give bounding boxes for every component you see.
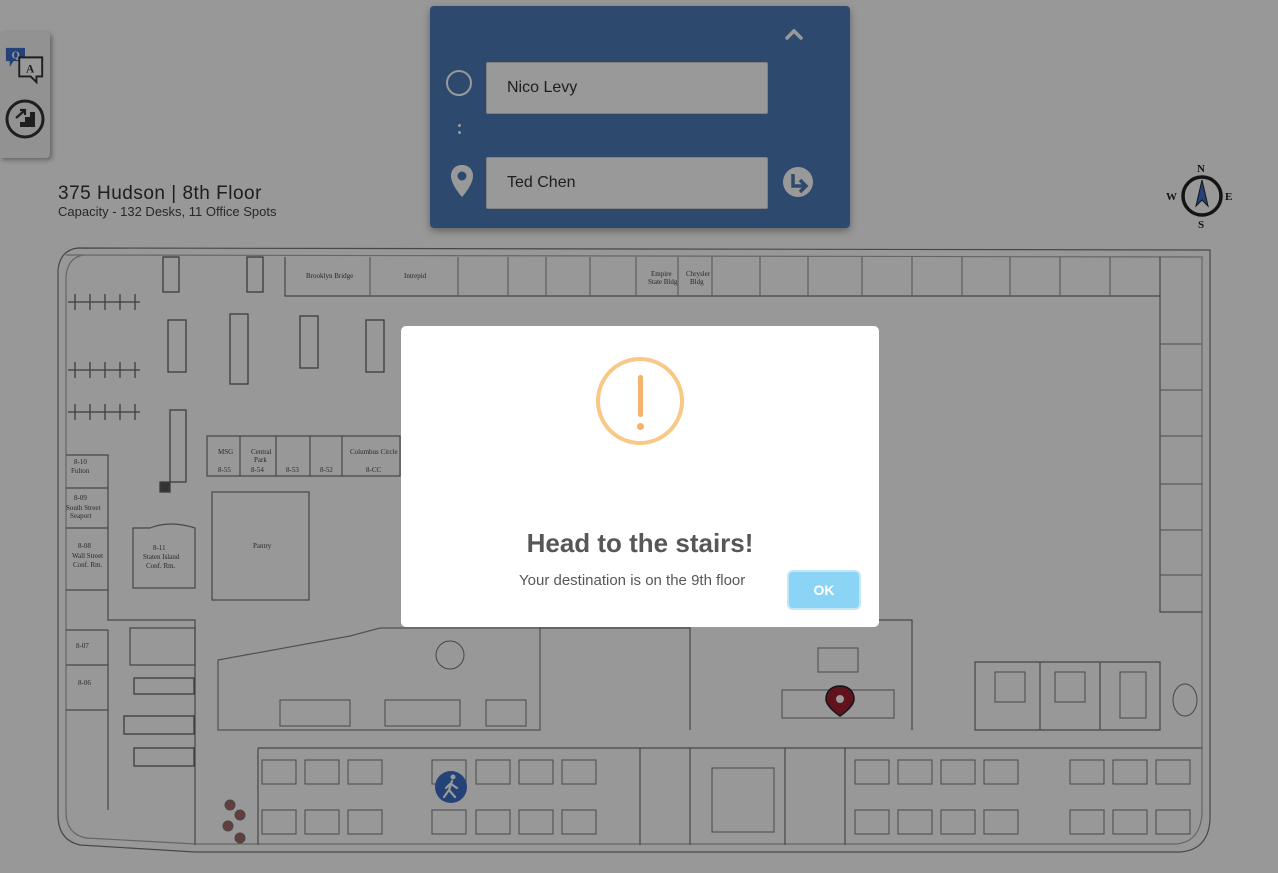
- dialog-message: Your destination is on the 9th floor: [519, 572, 746, 589]
- dialog-title: Head to the stairs!: [526, 528, 754, 558]
- ok-button[interactable]: OK: [789, 572, 859, 608]
- alert-dialog: Head to the stairs! Your destination is …: [401, 326, 879, 627]
- warning-icon: [596, 357, 684, 445]
